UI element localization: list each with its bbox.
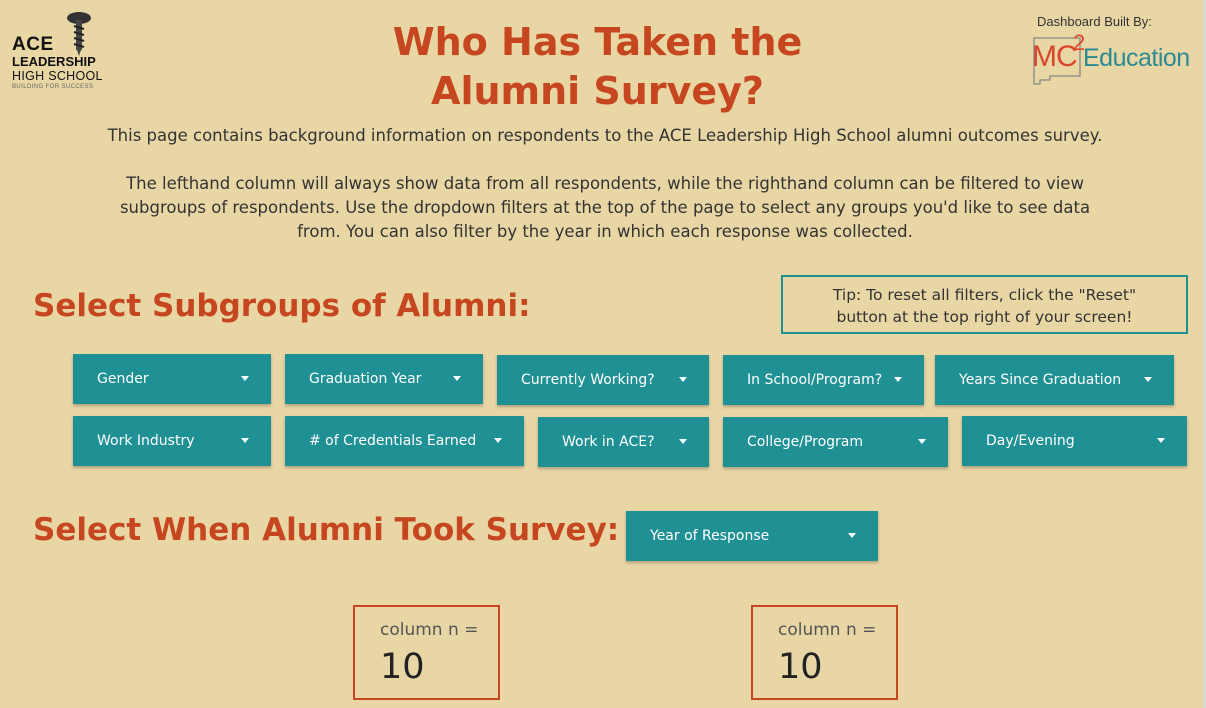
caret-down-icon xyxy=(494,438,502,443)
mc2-logo-text: MC xyxy=(1032,40,1078,73)
year-of-response-dropdown-label: Year of Response xyxy=(650,528,770,544)
page-title-line2: Alumni Survey? xyxy=(431,69,764,113)
gender-dropdown-label: Gender xyxy=(97,371,149,387)
work-in-ace-dropdown-label: Work in ACE? xyxy=(562,434,655,450)
caret-down-icon xyxy=(679,439,687,444)
instructions-line2: subgroups of respondents. Use the dropdo… xyxy=(119,198,1091,217)
column-n-label: column n = xyxy=(380,620,479,640)
column-n-label: column n = xyxy=(778,620,877,640)
work-industry-dropdown-label: Work Industry xyxy=(97,433,195,449)
all-respondents-count-card: column n = 10 xyxy=(353,605,500,700)
caret-down-icon xyxy=(241,376,249,381)
currently-working-dropdown[interactable]: Currently Working? xyxy=(497,355,709,405)
caret-down-icon xyxy=(453,376,461,381)
subgroups-heading: Select Subgroups of Alumni: xyxy=(33,288,531,324)
caret-down-icon xyxy=(679,377,687,382)
work-industry-dropdown[interactable]: Work Industry xyxy=(73,416,271,466)
caret-down-icon xyxy=(1157,438,1165,443)
dashboard-canvas: ACE LEADERSHIP HIGH SCHOOL BUILDING FOR … xyxy=(0,0,1206,708)
instructions-line3: from. You can also filter by the year in… xyxy=(297,222,913,241)
credentials-earned-dropdown-label: # of Credentials Earned xyxy=(309,433,477,449)
instructions-line1: The lefthand column will always show dat… xyxy=(126,174,1084,193)
caret-down-icon xyxy=(918,439,926,444)
day-evening-dropdown-label: Day/Evening xyxy=(986,433,1075,449)
college-program-dropdown-label: College/Program xyxy=(747,434,864,450)
work-in-ace-dropdown[interactable]: Work in ACE? xyxy=(538,417,709,467)
instructions-paragraph: The lefthand column will always show dat… xyxy=(60,172,1150,244)
in-school-dropdown-label: In School/Program? xyxy=(747,372,883,388)
caret-down-icon xyxy=(848,533,856,538)
survey-time-heading: Select When Alumni Took Survey: xyxy=(33,512,620,548)
caret-down-icon xyxy=(894,377,902,382)
years-since-graduation-dropdown[interactable]: Years Since Graduation xyxy=(935,355,1174,405)
college-program-dropdown[interactable]: College/Program xyxy=(723,417,948,467)
column-n-value: 10 xyxy=(778,647,823,687)
day-evening-dropdown[interactable]: Day/Evening xyxy=(962,416,1187,466)
mc2-logo-education: Education xyxy=(1083,44,1190,72)
intro-paragraph: This page contains background informatio… xyxy=(107,126,1103,145)
credentials-earned-dropdown[interactable]: # of Credentials Earned xyxy=(285,416,524,466)
page-title-line1: Who Has Taken the xyxy=(392,20,803,64)
filtered-respondents-count-card: column n = 10 xyxy=(751,605,898,700)
column-n-value: 10 xyxy=(380,647,425,687)
ace-logo-high-school: HIGH SCHOOL xyxy=(12,69,103,83)
year-of-response-dropdown[interactable]: Year of Response xyxy=(626,511,878,561)
graduation-year-dropdown-label: Graduation Year xyxy=(309,371,422,387)
tip-line2: button at the top right of your screen! xyxy=(836,308,1133,326)
built-by-label: Dashboard Built By: xyxy=(1037,14,1152,29)
caret-down-icon xyxy=(1144,377,1152,382)
caret-down-icon xyxy=(241,438,249,443)
currently-working-dropdown-label: Currently Working? xyxy=(521,372,655,388)
ace-logo-tagline: BUILDING FOR SUCCESS xyxy=(12,84,94,90)
reset-tip-box: Tip: To reset all filters, click the "Re… xyxy=(781,275,1188,334)
page-title: Who Has Taken the Alumni Survey? xyxy=(340,18,855,116)
years-since-graduation-dropdown-label: Years Since Graduation xyxy=(959,372,1122,388)
graduation-year-dropdown[interactable]: Graduation Year xyxy=(285,354,483,404)
gender-dropdown[interactable]: Gender xyxy=(73,354,271,404)
ace-logo-leadership: LEADERSHIP xyxy=(12,54,96,69)
ace-logo-title: ACE xyxy=(12,34,54,55)
tip-line1: Tip: To reset all filters, click the "Re… xyxy=(832,286,1137,304)
in-school-dropdown[interactable]: In School/Program? xyxy=(723,355,924,405)
screw-icon xyxy=(67,12,91,56)
